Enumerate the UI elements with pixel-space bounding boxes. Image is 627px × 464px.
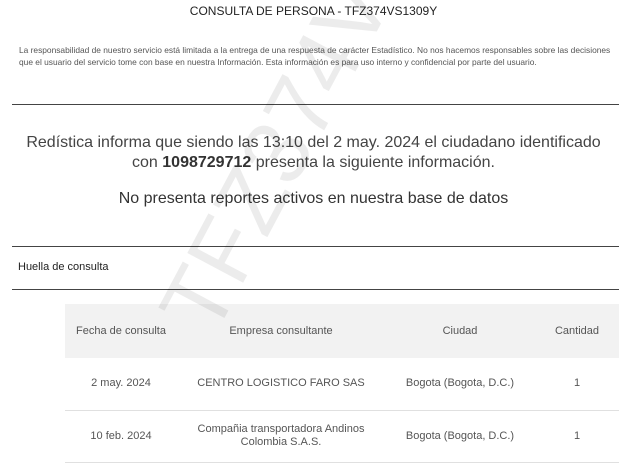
table-header-row: Fecha de consulta Empresa consultante Ci… bbox=[65, 304, 619, 358]
no-reports-message: No presenta reportes activos en nuestra … bbox=[118, 190, 509, 207]
cell-cantidad: 1 bbox=[573, 377, 581, 390]
divider bbox=[12, 246, 619, 247]
disclaimer-text: La responsabilidad de nuestro servicio e… bbox=[19, 45, 611, 67]
col-header-cantidad: Cantidad bbox=[554, 325, 600, 337]
report-line-1: Redística informa que siendo las 13:10 d… bbox=[26, 134, 601, 151]
col-header-fecha: Fecha de consulta bbox=[76, 325, 166, 337]
report-line-2-suffix: presenta la siguiente información. bbox=[251, 154, 495, 171]
cell-empresa: CENTRO LOGISTICO FARO SAS bbox=[197, 377, 365, 390]
col-header-empresa: Empresa consultante bbox=[229, 325, 333, 337]
report-line-2: con 1098729712 presenta la siguiente inf… bbox=[0, 153, 627, 173]
cell-ciudad: Bogota (Bogota, D.C.) bbox=[405, 377, 515, 390]
divider bbox=[12, 104, 619, 105]
cell-fecha: 2 may. 2024 bbox=[91, 377, 151, 390]
cell-cantidad: 1 bbox=[573, 429, 581, 442]
report-line-2-prefix: con bbox=[132, 154, 163, 171]
table-row: 2 may. 2024 CENTRO LOGISTICO FARO SAS Bo… bbox=[65, 358, 619, 410]
cell-empresa: Compañia transportadora Andinos Colombia… bbox=[197, 423, 365, 448]
report-statement: Redística informa que siendo las 13:10 d… bbox=[0, 133, 627, 173]
page-title: CONSULTA DE PERSONA - TFZ374VS1309Y bbox=[189, 4, 438, 18]
consulta-page: CONSULTA DE PERSONA - TFZ374VS1309Y La r… bbox=[0, 0, 627, 464]
huella-table: Fecha de consulta Empresa consultante Ci… bbox=[65, 304, 619, 463]
cell-ciudad: Bogota (Bogota, D.C.) bbox=[405, 429, 515, 442]
table-row: 10 feb. 2024 Compañia transportadora And… bbox=[65, 410, 619, 462]
huella-title: Huella de consulta bbox=[18, 261, 109, 273]
divider bbox=[12, 289, 619, 290]
col-header-ciudad: Ciudad bbox=[442, 325, 478, 337]
cell-fecha: 10 feb. 2024 bbox=[90, 429, 152, 442]
id-number: 1098729712 bbox=[162, 154, 252, 171]
